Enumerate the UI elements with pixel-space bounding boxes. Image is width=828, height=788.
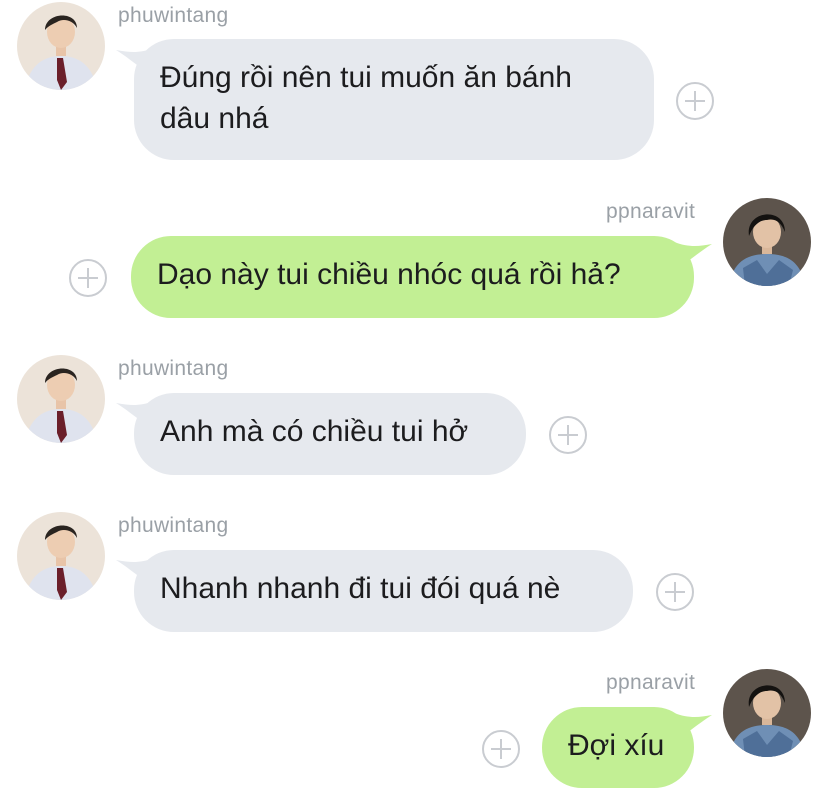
sender-name: phuwintang xyxy=(118,357,229,380)
user-avatar-icon xyxy=(723,669,811,757)
add-reaction-icon[interactable] xyxy=(656,573,694,611)
sender-name: ppnaravit xyxy=(606,200,696,223)
avatar-phuwintang[interactable] xyxy=(17,355,105,443)
message-bubble[interactable]: Nhanh nhanh đi tui đói quá nè xyxy=(134,550,633,632)
message-bubble[interactable]: Đúng rồi nên tui muốn ăn bánh dâu nhá xyxy=(134,39,654,160)
user-avatar-icon xyxy=(17,2,105,90)
avatar-phuwintang[interactable] xyxy=(17,2,105,90)
avatar-phuwintang[interactable] xyxy=(17,512,105,600)
user-avatar-icon xyxy=(17,512,105,600)
message-bubble[interactable]: Dạo này tui chiều nhóc quá rồi hả? xyxy=(131,236,694,318)
message-bubble[interactable]: Đợi xíu xyxy=(542,707,694,788)
avatar-ppnaravit[interactable] xyxy=(723,198,811,286)
user-avatar-icon xyxy=(17,355,105,443)
add-reaction-icon[interactable] xyxy=(482,730,520,768)
sender-name: phuwintang xyxy=(118,514,229,537)
message-bubble[interactable]: Anh mà có chiều tui hở xyxy=(134,393,526,475)
add-reaction-icon[interactable] xyxy=(676,82,714,120)
add-reaction-icon[interactable] xyxy=(549,416,587,454)
sender-name: ppnaravit xyxy=(606,671,696,694)
user-avatar-icon xyxy=(723,198,811,286)
add-reaction-icon[interactable] xyxy=(69,259,107,297)
sender-name: phuwintang xyxy=(118,4,229,27)
avatar-ppnaravit[interactable] xyxy=(723,669,811,757)
